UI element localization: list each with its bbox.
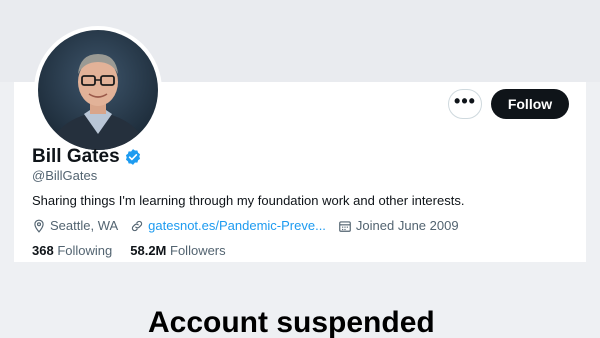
handle: @BillGates	[32, 168, 98, 183]
location-pin-icon	[34, 219, 44, 233]
verified-badge-icon[interactable]	[124, 148, 142, 166]
more-options-button[interactable]: •••	[448, 89, 482, 119]
location: Seattle, WA	[32, 218, 118, 233]
location-text: Seattle, WA	[50, 218, 119, 233]
link-icon	[132, 220, 143, 231]
bio: Sharing things I'm learning through my f…	[32, 193, 465, 208]
profile-page: ••• Follow Bill Gates @BillGates Sharing…	[0, 0, 600, 338]
website-link[interactable]: gatesnot.es/Pandemic-Preve...	[148, 218, 326, 233]
following-count: 368	[32, 243, 54, 258]
name-row: Bill Gates	[32, 146, 142, 168]
account-suspended-message: Account suspended	[148, 306, 435, 338]
calendar-icon	[339, 220, 351, 232]
following-link[interactable]: 368 Following	[32, 243, 112, 258]
avatar[interactable]	[34, 26, 162, 154]
followers-count: 58.2M	[130, 243, 167, 258]
join-date: Joined June 2009	[338, 218, 459, 233]
follow-counts: 368 Following 58.2M Followers	[32, 243, 244, 258]
follow-button[interactable]: Follow	[491, 89, 569, 119]
more-icon: •••	[454, 91, 476, 111]
avatar-image	[38, 30, 158, 150]
website[interactable]: gatesnot.es/Pandemic-Preve...	[130, 218, 326, 233]
followers-label: Followers	[170, 243, 226, 258]
display-name: Bill Gates	[32, 146, 120, 167]
following-label: Following	[57, 243, 113, 258]
join-date-text: Joined June 2009	[355, 218, 459, 233]
followers-link[interactable]: 58.2M Followers	[130, 243, 225, 258]
portrait-illustration	[48, 54, 148, 150]
profile-meta: Seattle, WA gatesnot.es/Pandemic-Preve..…	[32, 218, 471, 233]
